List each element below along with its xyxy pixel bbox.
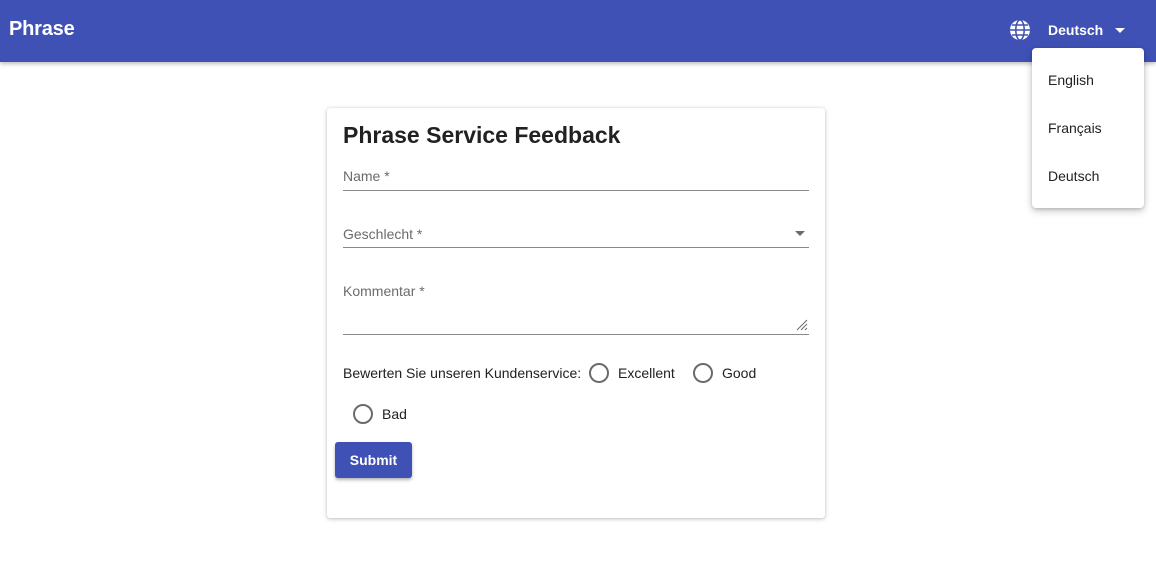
name-field[interactable]: Name * (343, 163, 809, 191)
language-selector[interactable]: Deutsch (1040, 16, 1133, 44)
language-option-english[interactable]: English (1032, 56, 1144, 104)
brand-title: Phrase (9, 18, 75, 40)
language-option-german[interactable]: Deutsch (1032, 152, 1144, 200)
feedback-form-card: Phrase Service Feedback Name * Geschlech… (327, 108, 825, 518)
radio-circle-icon[interactable] (589, 363, 609, 383)
rating-option-label: Good (722, 365, 757, 381)
gender-select[interactable]: Geschlecht * (343, 220, 809, 248)
rating-option-good[interactable]: Good (693, 363, 756, 383)
app-bar: Phrase Deutsch (0, 0, 1156, 62)
submit-button[interactable]: Submit (335, 442, 412, 478)
name-label: Name * (343, 168, 390, 184)
language-menu: English Français Deutsch (1032, 48, 1144, 208)
language-option-french[interactable]: Français (1032, 104, 1144, 152)
comment-field[interactable]: Kommentar * (343, 278, 809, 335)
rating-option-label: Excellent (618, 365, 675, 381)
gender-label: Geschlecht * (343, 226, 423, 242)
rating-option-excellent[interactable]: Excellent (589, 363, 675, 383)
comment-label: Kommentar * (343, 283, 425, 299)
globe-icon[interactable] (1008, 18, 1032, 42)
radio-circle-icon[interactable] (353, 404, 373, 424)
rating-label: Bewerten Sie unseren Kundenservice: (343, 365, 582, 381)
resize-handle-icon[interactable] (796, 319, 808, 331)
rating-option-bad[interactable]: Bad (353, 404, 407, 424)
current-language: Deutsch (1048, 22, 1104, 38)
rating-option-label: Bad (382, 406, 407, 422)
dropdown-arrow-icon (795, 231, 805, 236)
form-title: Phrase Service Feedback (343, 122, 621, 148)
radio-circle-icon[interactable] (693, 363, 713, 383)
chevron-down-icon (1115, 27, 1126, 33)
